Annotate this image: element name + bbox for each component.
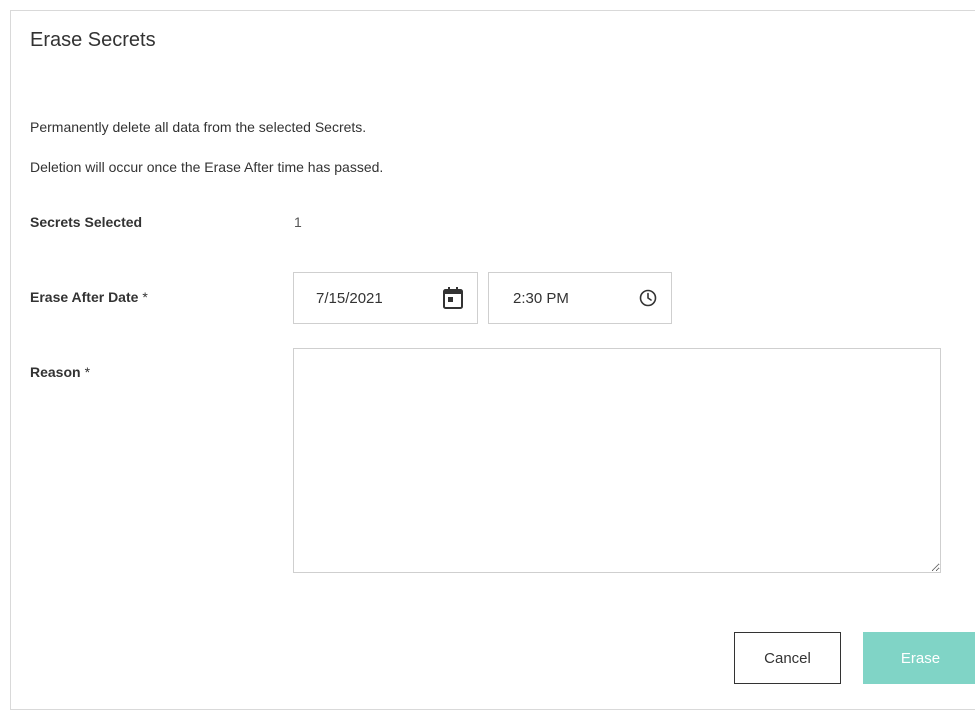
secrets-selected-label: Secrets Selected <box>30 214 142 230</box>
reason-textarea[interactable] <box>293 348 941 573</box>
erase-button[interactable]: Erase <box>863 632 975 684</box>
secrets-selected-label-text: Secrets Selected <box>30 214 143 230</box>
reason-label-text: Reason <box>30 364 81 380</box>
reason-label: Reason * <box>30 364 90 380</box>
calendar-icon[interactable] <box>443 287 463 309</box>
erase-after-date-input[interactable]: 7/15/2021 <box>293 272 478 324</box>
required-marker: * <box>142 289 148 305</box>
clock-icon[interactable] <box>639 289 657 307</box>
description-line-1: Permanently delete all data from the sel… <box>30 119 367 135</box>
erase-after-date-label-text: Erase After Date <box>30 289 139 305</box>
date-value[interactable]: 7/15/2021 <box>316 290 383 307</box>
cancel-button[interactable]: Cancel <box>734 632 841 684</box>
erase-secrets-dialog: Erase Secrets Permanently delete all dat… <box>10 10 975 710</box>
secrets-selected-value: 1 <box>294 214 302 230</box>
erase-after-time-input[interactable]: 2:30 PM <box>488 272 672 324</box>
erase-after-date-label: Erase After Date * <box>30 289 148 305</box>
time-value[interactable]: 2:30 PM <box>513 290 569 307</box>
dialog-title: Erase Secrets <box>30 29 156 51</box>
required-marker: * <box>84 364 91 380</box>
description-line-2: Deletion will occur once the Erase After… <box>30 159 384 175</box>
